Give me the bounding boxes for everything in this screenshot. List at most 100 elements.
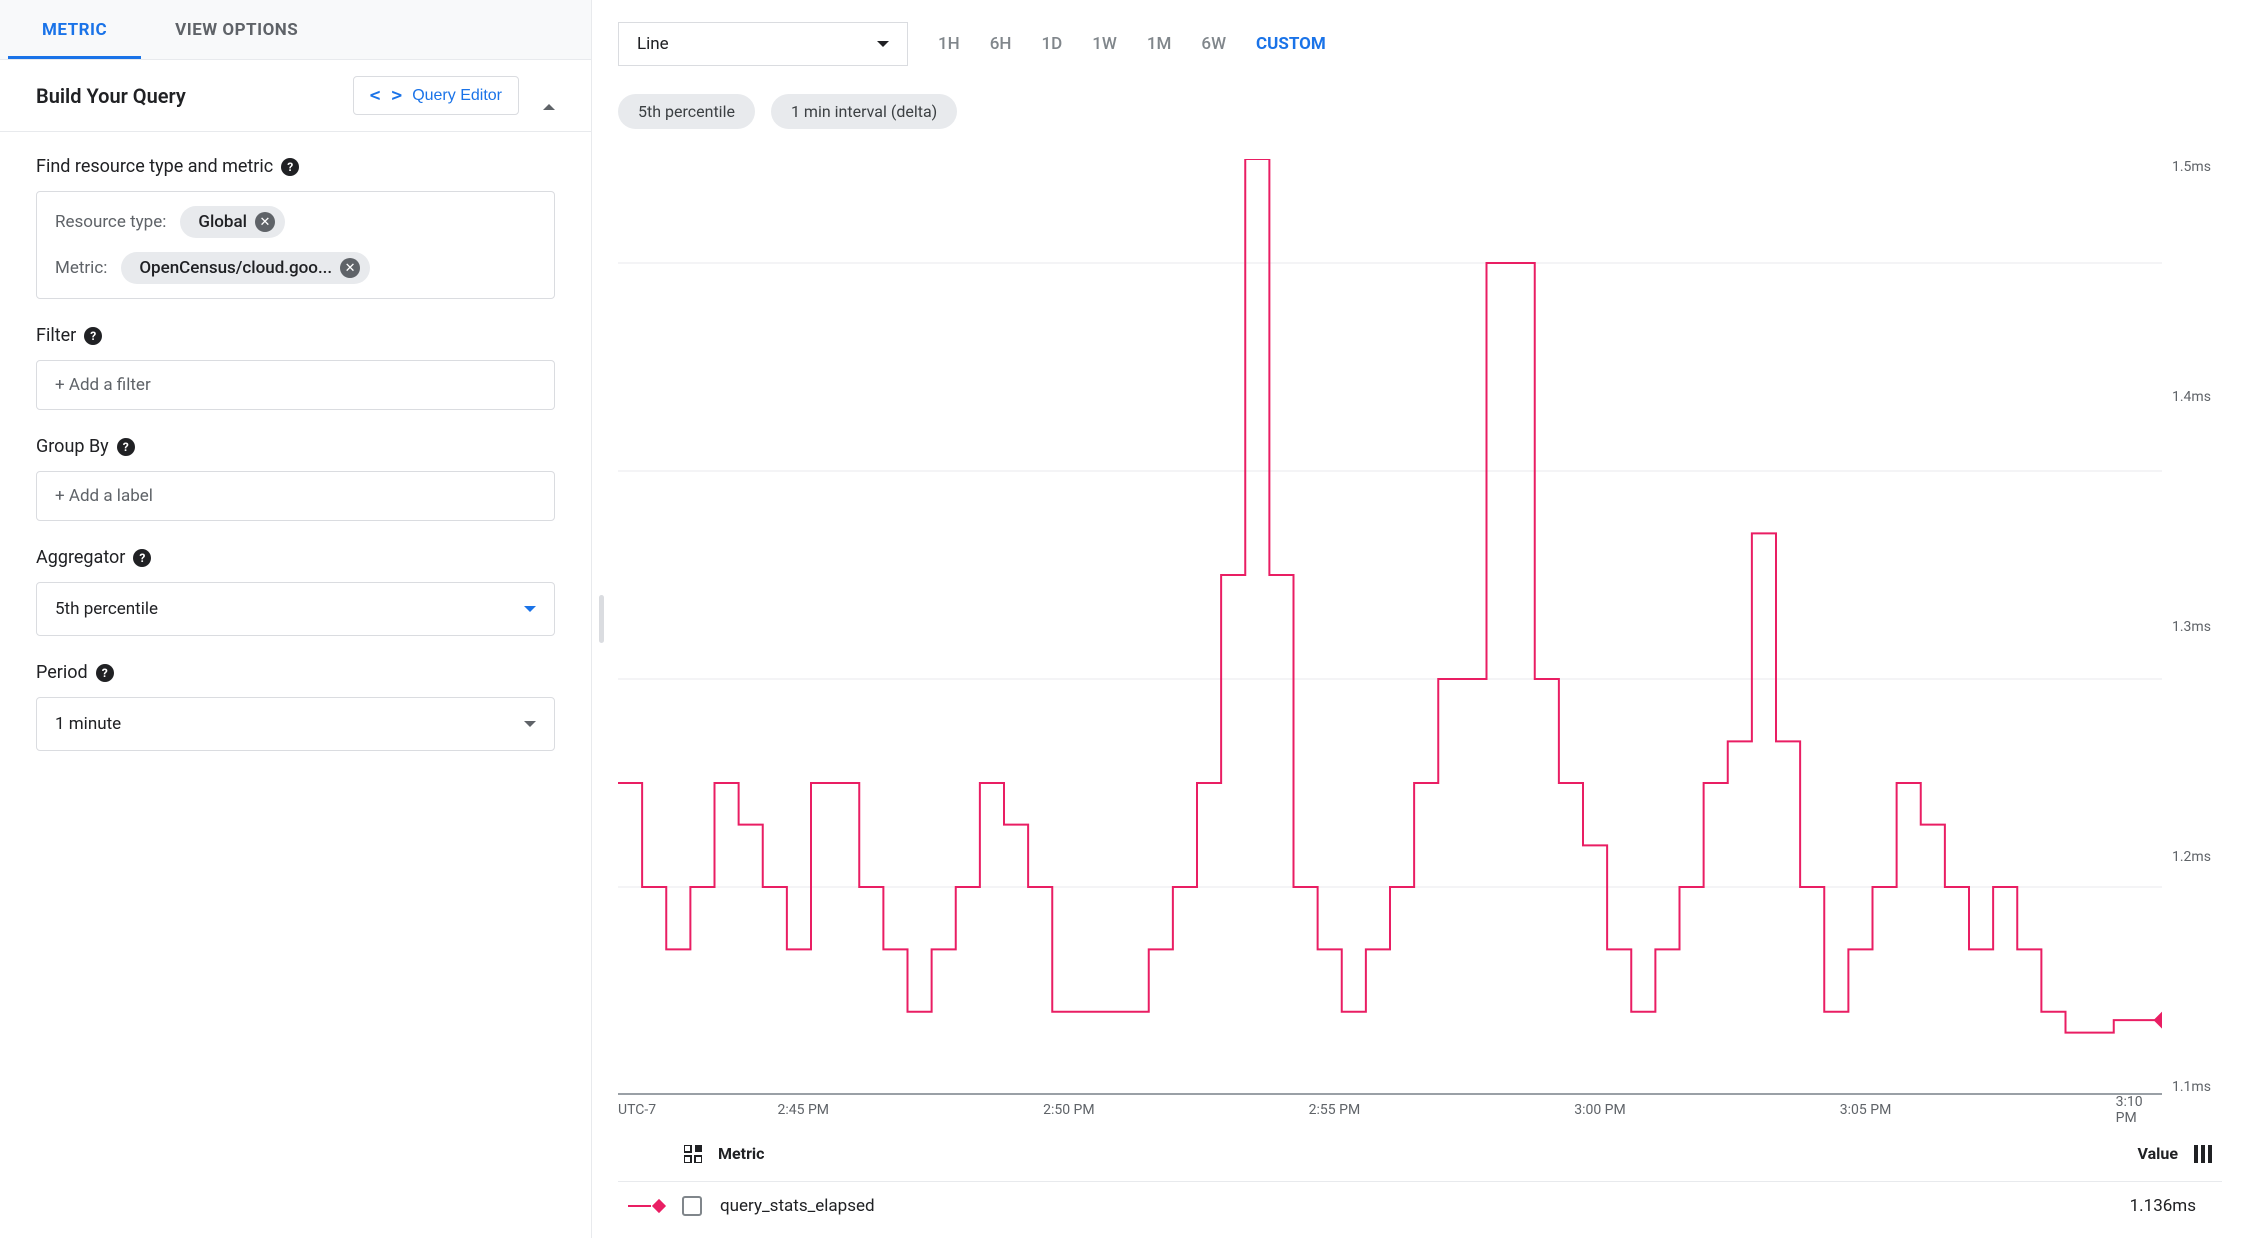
section-period-label: Period ? bbox=[36, 662, 555, 683]
legend-series-value: 1.136ms bbox=[2130, 1196, 2196, 1216]
resource-type-label: Resource type: bbox=[55, 212, 166, 232]
section-aggregator: Aggregator ? 5th percentile bbox=[36, 547, 555, 636]
legend-metric-header: Metric bbox=[718, 1144, 765, 1163]
remove-metric-icon[interactable]: ✕ bbox=[340, 258, 360, 278]
legend-layout-icon[interactable] bbox=[684, 1145, 702, 1163]
metric-chip-label: OpenCensus/cloud.goo... bbox=[139, 258, 332, 278]
period-select[interactable]: 1 minute bbox=[36, 697, 555, 751]
y-tick-label: 1.4ms bbox=[2166, 389, 2222, 405]
section-find: Find resource type and metric ? Resource… bbox=[36, 156, 555, 299]
section-group-by-label: Group By ? bbox=[36, 436, 555, 457]
build-query-card: Build Your Query < > Query Editor Find r… bbox=[0, 60, 591, 759]
help-icon[interactable]: ? bbox=[84, 327, 102, 345]
resource-type-chip-label: Global bbox=[198, 212, 247, 232]
section-aggregator-label: Aggregator ? bbox=[36, 547, 555, 568]
query-builder-panel: METRIC VIEW OPTIONS Build Your Query < >… bbox=[0, 0, 592, 1238]
time-range-1m[interactable]: 1M bbox=[1147, 34, 1172, 54]
y-tick-label: 1.1ms bbox=[2166, 1079, 2222, 1095]
tab-metric-label: METRIC bbox=[42, 20, 107, 40]
section-find-label-text: Find resource type and metric bbox=[36, 156, 273, 177]
time-range-1h[interactable]: 1H bbox=[938, 34, 960, 54]
chart-summary-pills: 5th percentile 1 min interval (delta) bbox=[618, 94, 2222, 129]
legend-series-name: query_stats_elapsed bbox=[720, 1196, 2130, 1216]
chart-type-select[interactable]: Line bbox=[618, 22, 908, 66]
y-tick-label: 1.5ms bbox=[2166, 159, 2222, 175]
aggregator-select[interactable]: 5th percentile bbox=[36, 582, 555, 636]
remove-resource-type-icon[interactable]: ✕ bbox=[255, 212, 275, 232]
x-tick-label: 3:05 PM bbox=[1840, 1102, 1892, 1118]
panel-resize-handle[interactable] bbox=[592, 0, 610, 1238]
panel-tabs: METRIC VIEW OPTIONS bbox=[0, 0, 591, 60]
y-tick-label: 1.3ms bbox=[2166, 619, 2222, 635]
add-filter-placeholder: + Add a filter bbox=[55, 375, 151, 395]
chevron-up-icon bbox=[543, 88, 555, 110]
legend-row[interactable]: query_stats_elapsed 1.136ms bbox=[618, 1181, 2222, 1230]
card-header-actions: < > Query Editor bbox=[353, 76, 555, 115]
add-filter-input[interactable]: + Add a filter bbox=[36, 360, 555, 410]
legend-swatch bbox=[628, 1201, 664, 1211]
timezone-label: UTC-7 bbox=[618, 1102, 656, 1118]
period-select-value: 1 minute bbox=[55, 714, 121, 734]
chart-topbar: Line 1H 6H 1D 1W 1M 6W CUSTOM bbox=[618, 22, 2222, 66]
x-tick-label: 2:45 PM bbox=[778, 1102, 830, 1118]
section-group-by-label-text: Group By bbox=[36, 436, 109, 457]
card-title: Build Your Query bbox=[36, 84, 186, 108]
time-range-custom[interactable]: CUSTOM bbox=[1256, 34, 1326, 54]
metric-chip: OpenCensus/cloud.goo... ✕ bbox=[121, 252, 370, 284]
time-range-6w[interactable]: 6W bbox=[1201, 34, 1226, 54]
add-label-input[interactable]: + Add a label bbox=[36, 471, 555, 521]
chart-y-axis-labels: 1.5ms 1.4ms 1.3ms 1.2ms 1.1ms bbox=[2166, 159, 2222, 1095]
x-tick-label: 2:55 PM bbox=[1309, 1102, 1361, 1118]
collapse-card-toggle[interactable] bbox=[543, 88, 555, 104]
card-body: Find resource type and metric ? Resource… bbox=[0, 132, 591, 759]
x-tick-label: 2:50 PM bbox=[1043, 1102, 1095, 1118]
card-header: Build Your Query < > Query Editor bbox=[0, 60, 591, 132]
section-find-label: Find resource type and metric ? bbox=[36, 156, 555, 177]
resource-type-chip: Global ✕ bbox=[180, 206, 285, 238]
aggregator-select-value: 5th percentile bbox=[55, 599, 158, 619]
chart-type-select-value: Line bbox=[637, 34, 669, 54]
tab-metric[interactable]: METRIC bbox=[8, 0, 141, 59]
pill-aggregator: 5th percentile bbox=[618, 94, 755, 129]
time-range-6h[interactable]: 6H bbox=[990, 34, 1012, 54]
legend-header: Metric Value bbox=[618, 1125, 2222, 1181]
chart-panel: Line 1H 6H 1D 1W 1M 6W CUSTOM 5th percentile 1… bbox=[610, 0, 2250, 1238]
legend-series-checkbox[interactable] bbox=[682, 1196, 702, 1216]
metric-label: Metric: bbox=[55, 258, 107, 278]
columns-icon[interactable] bbox=[2194, 1145, 2212, 1163]
code-icon: < > bbox=[370, 85, 403, 106]
time-range-1d[interactable]: 1D bbox=[1041, 34, 1062, 54]
x-tick-label: 3:00 PM bbox=[1574, 1102, 1626, 1118]
resource-type-row: Resource type: Global ✕ bbox=[55, 206, 536, 238]
section-group-by: Group By ? + Add a label bbox=[36, 436, 555, 521]
section-period: Period ? 1 minute bbox=[36, 662, 555, 751]
x-tick-label: 3:10 PM bbox=[2116, 1094, 2147, 1126]
metric-row: Metric: OpenCensus/cloud.goo... ✕ bbox=[55, 252, 536, 284]
help-icon[interactable]: ? bbox=[133, 549, 151, 567]
drag-handle-icon bbox=[599, 595, 604, 643]
legend-value-header: Value bbox=[2138, 1144, 2179, 1163]
tab-view-options-label: VIEW OPTIONS bbox=[175, 20, 298, 40]
section-filter-label: Filter ? bbox=[36, 325, 555, 346]
section-filter-label-text: Filter bbox=[36, 325, 76, 346]
help-icon[interactable]: ? bbox=[281, 158, 299, 176]
help-icon[interactable]: ? bbox=[117, 438, 135, 456]
section-aggregator-label-text: Aggregator bbox=[36, 547, 125, 568]
add-label-placeholder: + Add a label bbox=[55, 486, 153, 506]
section-filter: Filter ? + Add a filter bbox=[36, 325, 555, 410]
help-icon[interactable]: ? bbox=[96, 664, 114, 682]
chevron-down-icon bbox=[877, 41, 889, 47]
chart-plot-area[interactable] bbox=[618, 159, 2162, 1095]
query-editor-button[interactable]: < > Query Editor bbox=[353, 76, 519, 115]
time-range-selector: 1H 6H 1D 1W 1M 6W CUSTOM bbox=[938, 34, 1326, 54]
y-tick-label: 1.2ms bbox=[2166, 849, 2222, 865]
time-range-1w[interactable]: 1W bbox=[1092, 34, 1117, 54]
resource-metric-input[interactable]: Resource type: Global ✕ Metric: OpenCens… bbox=[36, 191, 555, 299]
chevron-down-icon bbox=[524, 606, 536, 612]
chart-x-axis-labels: UTC-7 2:45 PM 2:50 PM 2:55 PM 3:00 PM 3:05 PM… bbox=[618, 1095, 2162, 1125]
chart: 1.5ms 1.4ms 1.3ms 1.2ms 1.1ms UTC-7 2:45 PM 2:… bbox=[618, 159, 2222, 1125]
tab-view-options[interactable]: VIEW OPTIONS bbox=[141, 0, 332, 59]
query-editor-button-label: Query Editor bbox=[412, 87, 502, 105]
chevron-down-icon bbox=[524, 721, 536, 727]
section-period-label-text: Period bbox=[36, 662, 88, 683]
